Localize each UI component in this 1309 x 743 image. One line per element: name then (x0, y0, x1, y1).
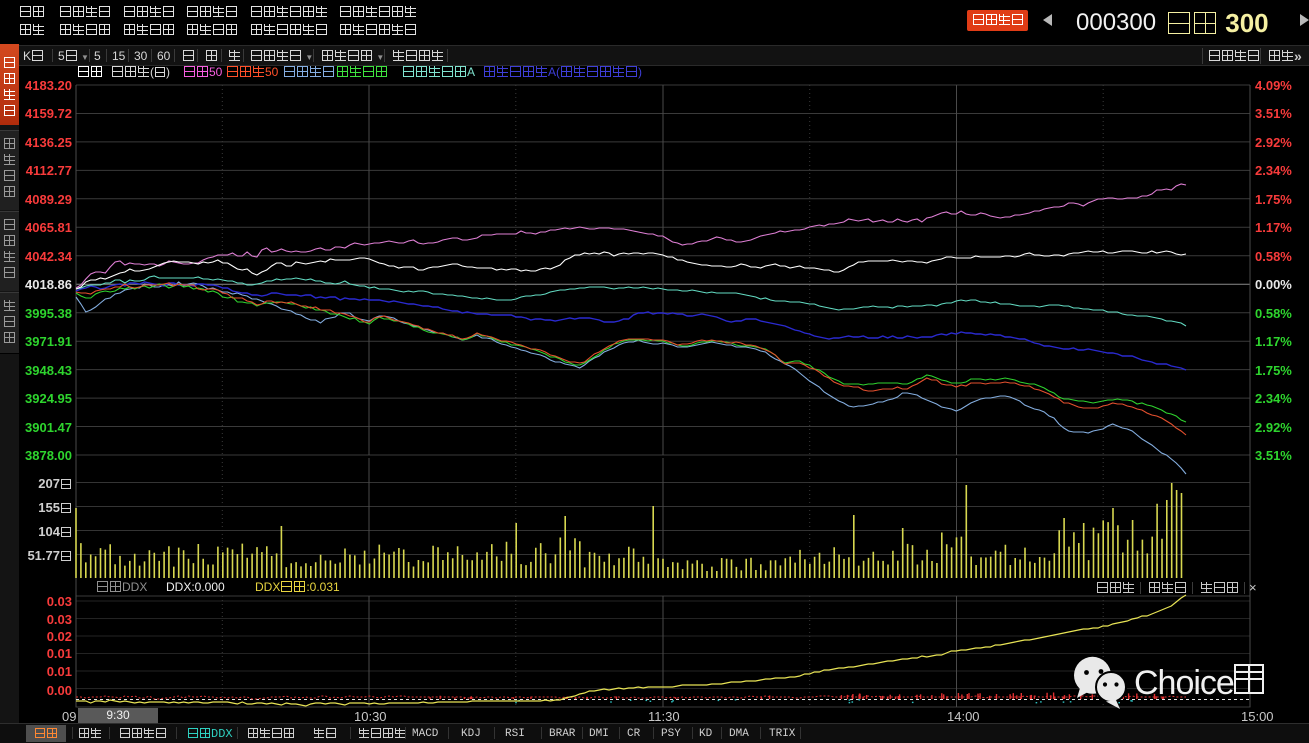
svg-text:Choice: Choice (1134, 664, 1234, 702)
